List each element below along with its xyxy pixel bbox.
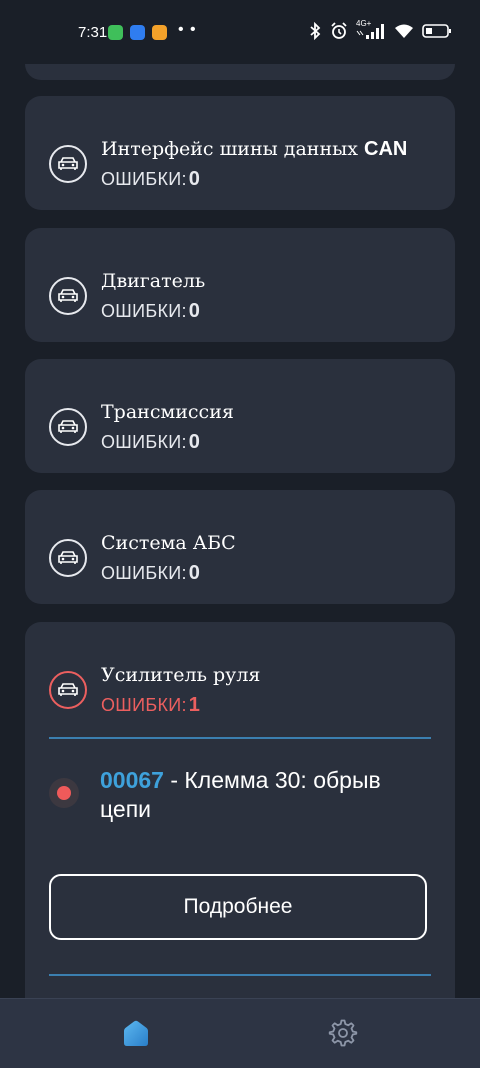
card-title: Система АБС — [101, 532, 236, 554]
card-title: Двигатель — [101, 270, 206, 292]
card-title: Усилитель руля — [101, 664, 261, 686]
bottom-nav — [0, 998, 480, 1068]
gear-icon — [328, 1019, 358, 1047]
alarm-icon — [331, 22, 347, 39]
errors-count: ОШИБКИ: 0 — [101, 300, 201, 322]
error-message: 00067 - Клемма 30: обрыв цепи — [100, 766, 430, 824]
errors-count: ОШИБКИ: 1 — [101, 694, 201, 716]
car-icon — [49, 670, 87, 709]
error-indicator-icon — [49, 778, 79, 808]
bluetooth-icon — [310, 22, 321, 40]
nav-home[interactable] — [120, 1017, 152, 1049]
car-icon — [49, 276, 87, 315]
app-notification-icon — [108, 25, 123, 40]
ecu-card-engine[interactable]: Двигатель ОШИБКИ: 0 — [25, 228, 455, 342]
errors-count: ОШИБКИ: 0 — [101, 562, 201, 584]
ecu-card-transmission[interactable]: Трансмиссия ОШИБКИ: 0 — [25, 359, 455, 473]
status-time: 7:31 — [78, 24, 108, 41]
car-icon — [49, 407, 87, 446]
wifi-icon — [395, 24, 413, 38]
errors-count: ОШИБКИ: 0 — [101, 168, 201, 190]
battery-icon — [422, 24, 451, 38]
divider — [49, 737, 431, 739]
ecu-card-power-steering[interactable]: Усилитель руля ОШИБКИ: 1 00067 - Клемма 3… — [25, 622, 455, 1042]
ecu-card-can[interactable]: Интерфейс шины данных CAN ОШИБКИ: 0 — [25, 96, 455, 210]
signal-icon: 4G+ — [356, 19, 386, 40]
car-icon — [49, 144, 87, 183]
card-title: Интерфейс шины данных CAN — [101, 138, 408, 160]
more-notifications-icon: • • — [178, 21, 197, 38]
ecu-card-abs[interactable]: Система АБС ОШИБКИ: 0 — [25, 490, 455, 604]
error-code: 00067 — [100, 767, 164, 793]
app-notification-icon — [130, 25, 145, 40]
home-icon — [124, 1020, 148, 1046]
card-title: Трансмиссия — [101, 401, 234, 423]
errors-count: ОШИБКИ: 0 — [101, 431, 201, 453]
status-bar: 7:31 • • 4G+ — [0, 0, 480, 64]
divider — [49, 974, 431, 976]
details-button[interactable]: Подробнее — [49, 874, 427, 940]
car-icon — [49, 538, 87, 577]
app-notification-icon — [152, 25, 167, 40]
nav-settings[interactable] — [327, 1017, 359, 1049]
